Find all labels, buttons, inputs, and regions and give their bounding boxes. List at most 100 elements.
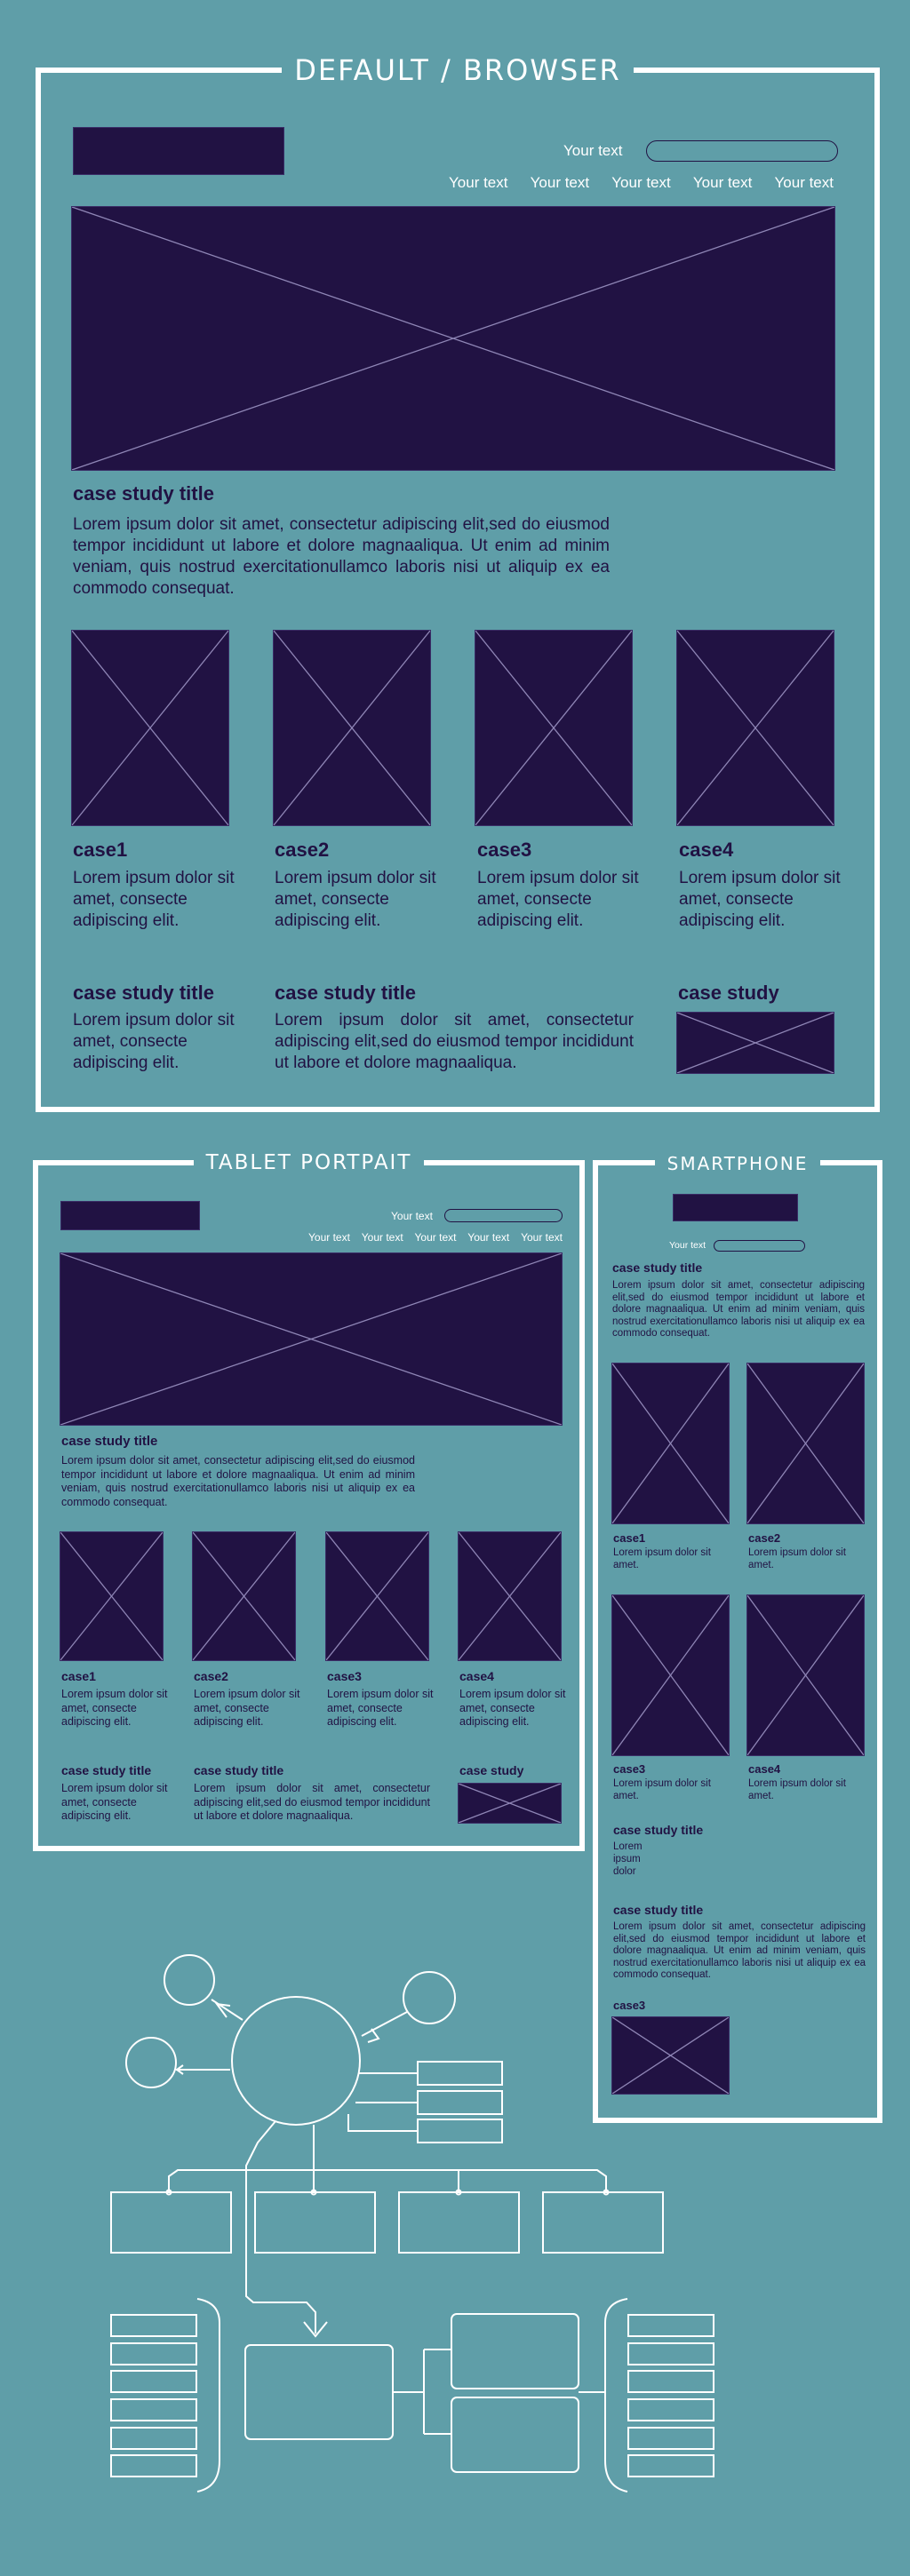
center-box	[244, 2344, 394, 2440]
phone-case2-image[interactable]	[746, 1363, 865, 1524]
tablet-case4-image[interactable]	[458, 1531, 562, 1661]
tablet-nav-item[interactable]: Your text	[521, 1231, 563, 1244]
right-list-item	[627, 2314, 714, 2337]
browser-case-study-body: Lorem ipsum dolor sit amet, consectetur …	[73, 515, 610, 598]
browser-footer-col2-body: Lorem ipsum dolor sit amet, consectetur …	[275, 1011, 634, 1072]
browser-nav-item[interactable]: Your text	[449, 174, 507, 192]
tablet-nav: Your text Your text Your text Your text …	[308, 1231, 563, 1244]
satellite-circle-top-right	[403, 1971, 456, 2024]
phone-block1-title: case study title	[613, 1823, 704, 1837]
tablet-footer-col2-body: Lorem ipsum dolor sit amet, consectetur …	[194, 1782, 430, 1822]
phone-case4-image[interactable]	[746, 1594, 865, 1756]
phone-frame-title: SMARTPHONE	[654, 1153, 821, 1174]
tablet-nav-item[interactable]: Your text	[362, 1231, 403, 1244]
browser-case-study-title: case study title	[73, 482, 214, 505]
phone-case3-body: Lorem ipsum dolor sit amet.	[613, 1778, 711, 1801]
browser-nav-item[interactable]: Your text	[531, 174, 589, 192]
tablet-case2-image[interactable]	[192, 1531, 296, 1661]
sitemap-diagram	[110, 1954, 714, 2493]
tablet-nav-item[interactable]: Your text	[308, 1231, 350, 1244]
phone-case1-image[interactable]	[611, 1363, 730, 1524]
phone-case-study-body: Lorem ipsum dolor sit amet, consectetur …	[612, 1280, 865, 1339]
placeholder-cross	[193, 1532, 295, 1660]
browser-case4-body: Lorem ipsum dolor sit amet, consecte adi…	[679, 869, 841, 930]
tablet-case4-body: Lorem ipsum dolor sit amet, consecte adi…	[459, 1688, 566, 1728]
tablet-logo-placeholder[interactable]	[60, 1201, 200, 1230]
right-brace	[604, 2298, 628, 2493]
browser-nav-item[interactable]: Your text	[775, 174, 834, 192]
placeholder-cross	[475, 631, 632, 825]
phone-block2-title: case study title	[613, 1903, 704, 1917]
browser-footer-image[interactable]	[676, 1012, 834, 1074]
tablet-hero-image-placeholder	[60, 1252, 563, 1426]
browser-hero-image-placeholder	[71, 206, 835, 471]
phone-header-text[interactable]: Your text	[669, 1240, 706, 1251]
tablet-case1-image[interactable]	[60, 1531, 164, 1661]
hub-list-connector	[347, 2114, 418, 2132]
browser-header-text[interactable]: Your text	[563, 142, 622, 160]
tablet-footer-image[interactable]	[458, 1783, 562, 1824]
browser-logo-placeholder[interactable]	[73, 127, 284, 175]
browser-case2-image[interactable]	[273, 630, 431, 826]
browser-footer-col1-body: Lorem ipsum dolor sit amet, consecte adi…	[73, 1011, 235, 1072]
section-box	[254, 2191, 376, 2254]
left-list-item	[110, 2398, 197, 2421]
browser-case3-image[interactable]	[475, 630, 633, 826]
branch-bar	[168, 2169, 607, 2192]
right-list-item	[627, 2427, 714, 2450]
placeholder-cross	[60, 1253, 562, 1425]
browser-case3-title: case3	[477, 839, 532, 861]
right-list-item	[627, 2342, 714, 2365]
tablet-case3-image[interactable]	[325, 1531, 429, 1661]
browser-nav: Your text Your text Your text Your text …	[449, 174, 834, 192]
browser-footer-col3-title: case study	[678, 982, 779, 1004]
placeholder-cross	[72, 207, 834, 470]
connector-top-right	[361, 2011, 408, 2037]
section-box	[542, 2191, 664, 2254]
phone-search-input[interactable]	[714, 1240, 805, 1252]
placeholder-cross	[459, 1532, 561, 1660]
browser-case4-title: case4	[679, 839, 734, 861]
browser-case2-title: case2	[275, 839, 330, 861]
left-list-item	[110, 2342, 197, 2365]
phone-case3-image[interactable]	[611, 1594, 730, 1756]
tablet-header-text[interactable]: Your text	[391, 1210, 433, 1222]
placeholder-cross	[677, 1013, 834, 1073]
browser-footer-col2-title: case study title	[275, 982, 416, 1004]
right-list-item	[627, 2454, 714, 2477]
tablet-footer-col3-title: case study	[459, 1763, 524, 1777]
section-box	[110, 2191, 232, 2254]
tablet-case1-body: Lorem ipsum dolor sit amet, consecte adi…	[61, 1688, 168, 1728]
right-box	[451, 2313, 579, 2389]
browser-frame-title: DEFAULT / BROWSER	[282, 53, 634, 87]
right-list-item	[627, 2398, 714, 2421]
browser-nav-item[interactable]: Your text	[611, 174, 670, 192]
satellite-circle-top-left	[164, 1954, 215, 2006]
section-box	[398, 2191, 520, 2254]
phone-case1-title: case1	[613, 1531, 646, 1545]
hub-list-box	[417, 2090, 503, 2115]
browser-case4-image[interactable]	[676, 630, 834, 826]
phone-logo-placeholder[interactable]	[673, 1194, 798, 1221]
tablet-case-study-body: Lorem ipsum dolor sit amet, consectetur …	[61, 1454, 415, 1508]
browser-search-input[interactable]	[646, 140, 838, 162]
tablet-case2-body: Lorem ipsum dolor sit amet, consecte adi…	[194, 1688, 300, 1728]
phone-case4-title: case4	[748, 1762, 781, 1776]
tablet-nav-item[interactable]: Your text	[415, 1231, 457, 1244]
browser-case1-image[interactable]	[71, 630, 229, 826]
tablet-nav-item[interactable]: Your text	[467, 1231, 509, 1244]
placeholder-cross	[747, 1595, 864, 1755]
tablet-case1-title: case1	[61, 1669, 96, 1683]
satellite-circle-left	[125, 2037, 177, 2088]
hub-to-center-connector	[245, 2120, 316, 2334]
placeholder-cross	[274, 631, 430, 825]
phone-case4-body: Lorem ipsum dolor sit amet.	[748, 1778, 846, 1801]
browser-nav-item[interactable]: Your text	[693, 174, 752, 192]
tablet-footer-col1-body: Lorem ipsum dolor sit amet, consecte adi…	[61, 1782, 168, 1822]
tablet-case2-title: case2	[194, 1669, 228, 1683]
left-list-item	[110, 2427, 197, 2450]
browser-case3-body: Lorem ipsum dolor sit amet, consecte adi…	[477, 869, 639, 930]
phone-case1-body: Lorem ipsum dolor sit amet.	[613, 1547, 711, 1570]
tablet-search-input[interactable]	[444, 1209, 563, 1222]
left-brace	[196, 2298, 220, 2493]
